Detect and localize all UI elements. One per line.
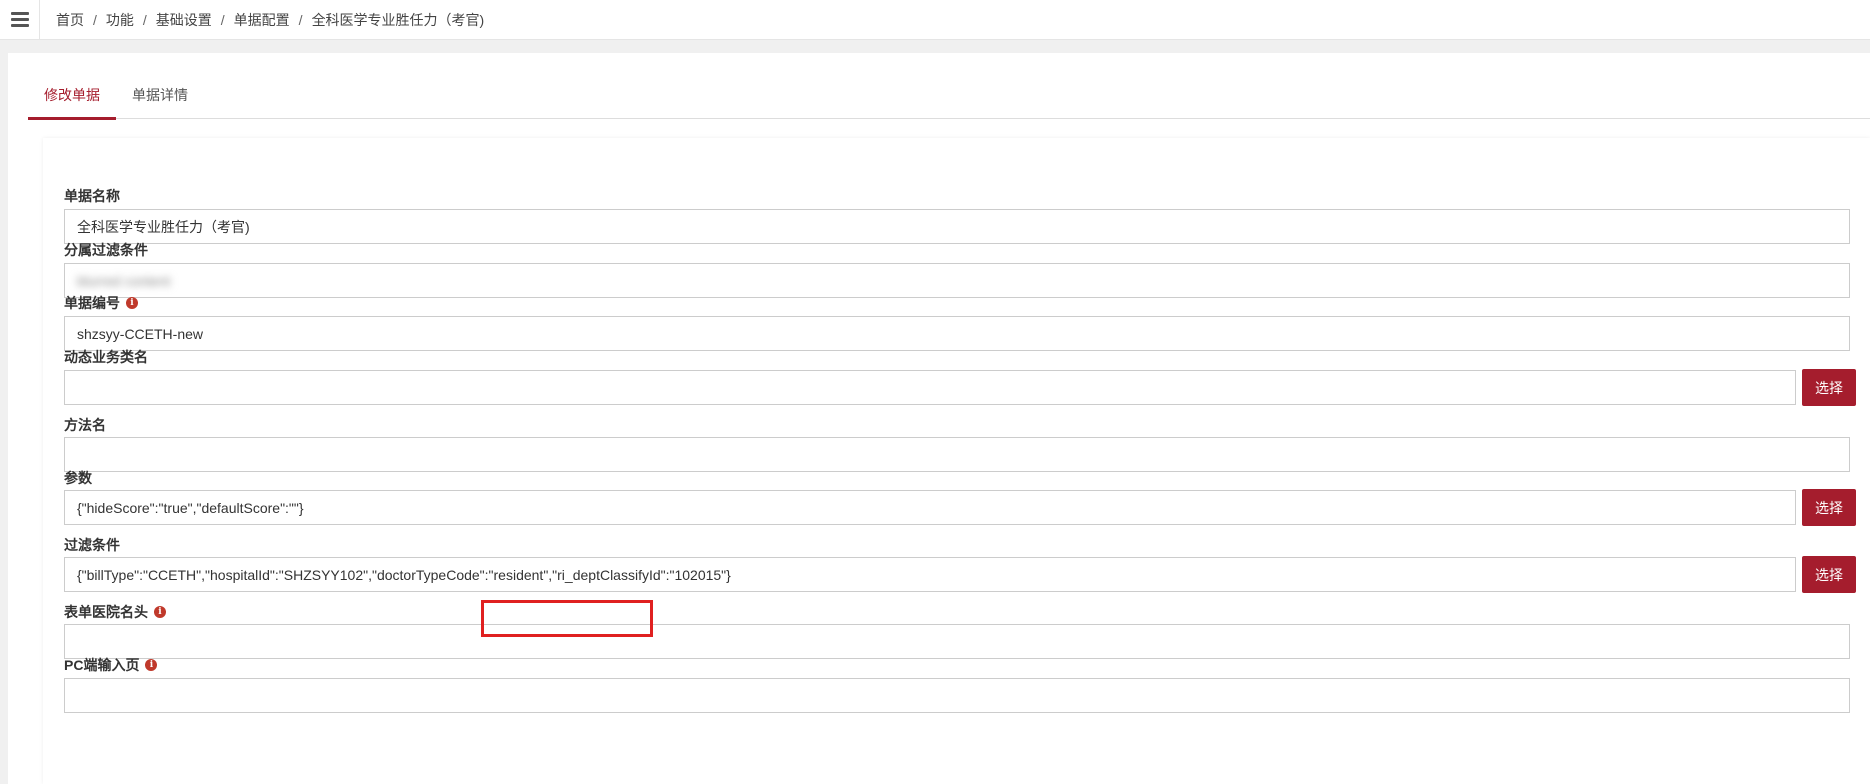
breadcrumb-item-home[interactable]: 首页 [56, 10, 84, 30]
breadcrumb-item-bill-config[interactable]: 单据配置 [234, 10, 290, 30]
info-icon[interactable]: i [145, 659, 158, 671]
filter-cond-label-text: 过滤条件 [64, 537, 120, 553]
breadcrumb-item-basic-settings[interactable]: 基础设置 [156, 10, 212, 30]
main-panel: 修改单据 单据详情 单据名称 全科医学专业胜任力（考官) 分属过滤条件 blur… [8, 53, 1870, 784]
breadcrumb-separator: / [93, 11, 97, 28]
pc-input-page-label-text: PC端输入页 [64, 657, 140, 673]
params-input[interactable]: {"hideScore":"true","defaultScore":""} [64, 490, 1796, 525]
dynamic-class-input[interactable] [64, 370, 1796, 405]
method-name-label: 方法名 [64, 415, 106, 435]
bill-code-label-text: 单据编号 [64, 295, 120, 311]
filter-attr-input[interactable]: blurred content [64, 263, 1850, 298]
tab-bill-details[interactable]: 单据详情 [116, 75, 204, 119]
bill-name-label-text: 单据名称 [64, 188, 120, 204]
bill-name-label: 单据名称 [64, 186, 120, 206]
filter-cond-input[interactable]: {"billType":"CCETH","hospitalId":"SHZSYY… [64, 557, 1796, 592]
breadcrumb-separator: / [220, 11, 225, 28]
dynamic-class-select-button[interactable]: 选择 [1802, 369, 1856, 406]
form-header-label-text: 表单医院名头 [64, 604, 148, 620]
info-icon[interactable]: i [154, 606, 166, 618]
pc-input-page-input[interactable] [64, 678, 1850, 713]
breadcrumb-separator: / [142, 11, 147, 28]
bill-name-value: 全科医学专业胜任力（考官) [77, 218, 250, 235]
tab-bar: 修改单据 单据详情 [28, 75, 1870, 120]
params-value: {"hideScore":"true","defaultScore":""} [77, 499, 304, 516]
filter-cond-select-button[interactable]: 选择 [1802, 556, 1856, 593]
top-bar: 首页 / 功能 / 基础设置 / 单据配置 / 全科医学专业胜任力（考官) [0, 0, 1870, 40]
form-header-input[interactable] [64, 624, 1850, 659]
hamburger-menu-icon[interactable] [0, 0, 40, 40]
dynamic-class-label: 动态业务类名 [64, 347, 148, 367]
pc-input-page-label: PC端输入页 i [64, 655, 158, 675]
breadcrumb-item-function[interactable]: 功能 [106, 10, 134, 30]
filter-cond-value: {"billType":"CCETH","hospitalId":"SHZSYY… [77, 566, 731, 583]
breadcrumb-separator: / [298, 11, 303, 28]
filter-attr-value: blurred content [77, 272, 171, 289]
dynamic-class-label-text: 动态业务类名 [64, 349, 148, 365]
params-label: 参数 [64, 468, 92, 488]
bill-code-value: shzsyy-CCETH-new [77, 325, 204, 342]
filter-attr-label-text: 分属过滤条件 [64, 242, 148, 258]
info-icon[interactable]: i [126, 297, 138, 309]
method-name-input[interactable] [64, 437, 1850, 472]
breadcrumb-item-current: 全科医学专业胜任力（考官) [311, 11, 485, 28]
breadcrumb: 首页 / 功能 / 基础设置 / 单据配置 / 全科医学专业胜任力（考官) [40, 10, 484, 30]
bill-name-input[interactable]: 全科医学专业胜任力（考官) [64, 209, 1850, 244]
params-label-text: 参数 [64, 470, 92, 486]
bill-code-label: 单据编号 i [64, 293, 138, 313]
bill-code-input[interactable]: shzsyy-CCETH-new [64, 316, 1850, 351]
filter-attr-label: 分属过滤条件 [64, 240, 148, 260]
method-name-label-text: 方法名 [64, 417, 106, 433]
params-select-button[interactable]: 选择 [1802, 489, 1856, 526]
form-header-label: 表单医院名头 i [64, 602, 166, 622]
tab-edit-bill[interactable]: 修改单据 [28, 75, 116, 120]
filter-cond-label: 过滤条件 [64, 535, 120, 555]
edit-form: 单据名称 全科医学专业胜任力（考官) 分属过滤条件 blurred conten… [43, 138, 1870, 784]
